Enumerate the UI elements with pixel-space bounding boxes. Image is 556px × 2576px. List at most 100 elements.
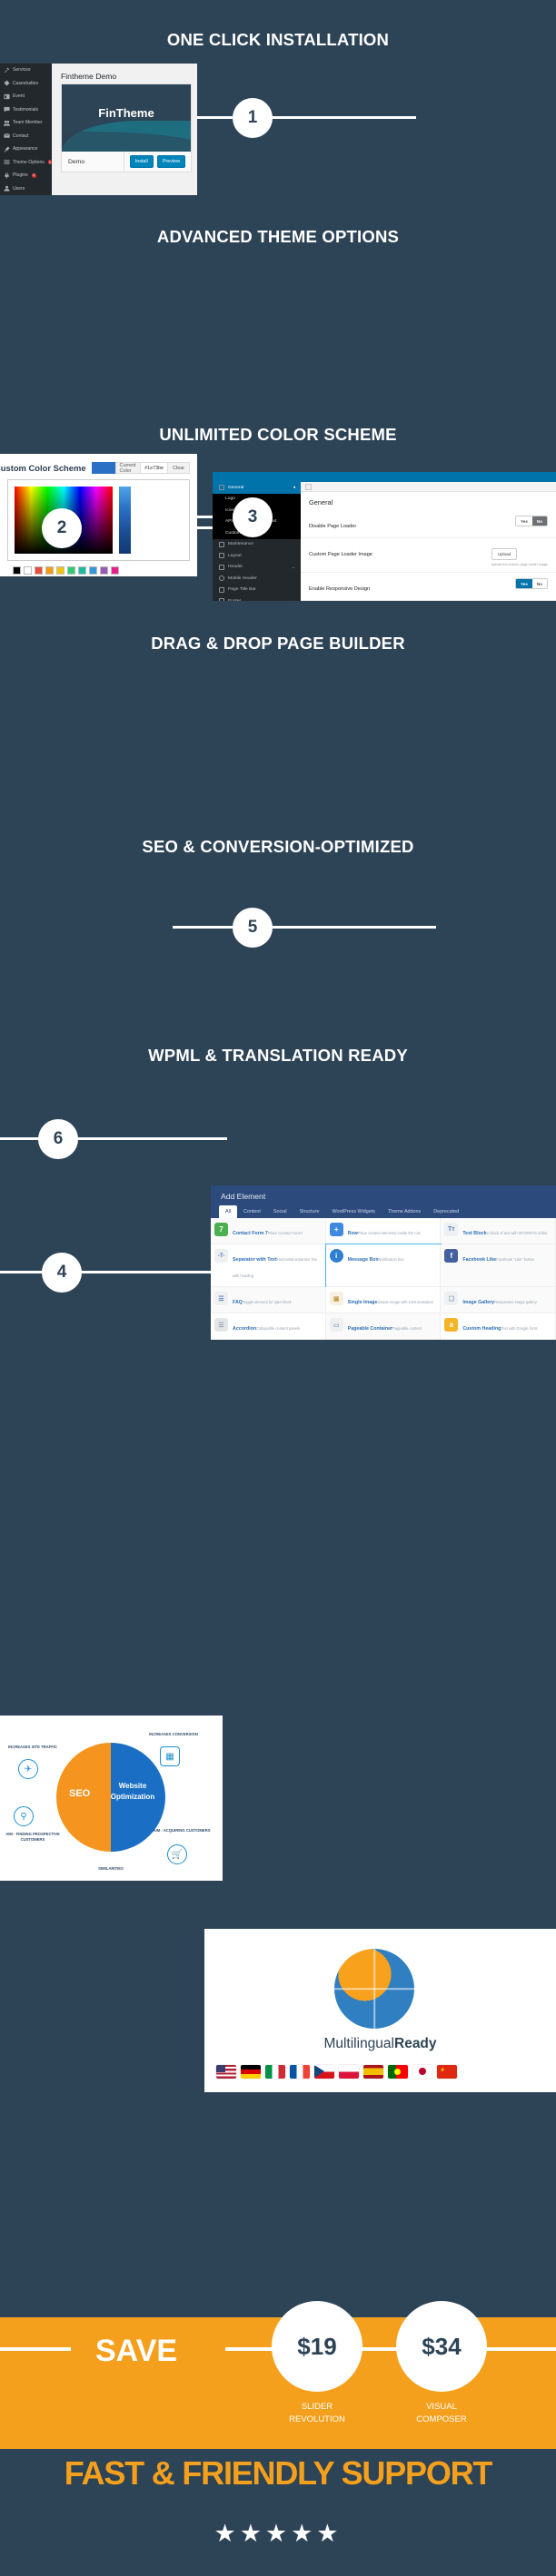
element-desc: Simple image with CSS animation [377,1300,434,1304]
color-picker-panel [7,479,190,561]
wp-admin-sidebar[interactable]: Services Casestudies Event Testimonials … [0,64,52,195]
yesno-toggle[interactable]: Yes No [514,516,548,527]
color-swatch-preview[interactable] [91,462,115,474]
swatch-white[interactable] [24,566,32,575]
upload-button[interactable]: Upload [491,548,518,560]
sidebar-item-team-member[interactable]: Team Member [0,116,52,130]
wpml-brand: MultilingualReady [204,2036,556,2052]
element-contact-form-7[interactable]: 7 Contact Form 7Place Contact Form7 [211,1218,326,1244]
element-name: Separator with Text [233,1257,277,1263]
star-rating: ★★★★★ [213,2520,343,2547]
to-item-page-title-bar[interactable]: Page Title Bar [213,585,301,596]
seo-center-right-label: Website Optimization [110,1782,155,1801]
yesno-toggle[interactable]: Yes No [514,578,548,590]
tab-deprecated[interactable]: Deprecated [427,1205,465,1218]
no-option[interactable]: No [531,579,547,589]
element-accordion[interactable]: ☰ AccordionCollapsible content panels [211,1313,326,1340]
element-pageable-container[interactable]: ▭ Pageable ContainerPageable content con… [325,1313,442,1340]
option-label: Enable Responsive Design [309,586,371,592]
to-item-footer[interactable]: Footer ⌄ [213,595,301,601]
seo-diagram-screenshot: SEO Website Optimization INCREASES SITE … [0,1716,223,1881]
element-row[interactable]: + RowPlace content elements inside the r… [325,1218,442,1244]
envelope-icon [4,133,10,139]
tab-all[interactable]: All [219,1205,237,1218]
sidebar-item-users[interactable]: Users [0,182,52,196]
to-item-mobile-header[interactable]: Mobile Header [213,573,301,585]
heading-icon: a [444,1318,459,1332]
section-title-4: DRAG & DROP PAGE BUILDER [151,634,405,653]
element-image-gallery[interactable]: ❑ Image GalleryResponsive image gallery [441,1287,556,1313]
element-desc: Facebook "Like" button [496,1257,535,1262]
sidebar-item-event[interactable]: Event [0,90,52,103]
sidebar-item-testimonials[interactable]: Testimonials [0,103,52,117]
element-faq[interactable]: ☰ FAQToggle element for Q&A block [211,1287,326,1313]
flag-portugal [388,2065,408,2079]
comment-icon [4,106,10,113]
sidebar-item-plugins[interactable]: Plugins 2 [0,169,52,182]
grid-icon[interactable] [305,483,312,490]
flag-row: ★ [216,2065,457,2079]
swatch-black[interactable] [13,566,21,575]
sidebar-label: Plugins [13,172,28,179]
yes-option[interactable]: Yes [515,516,532,526]
theme-options-topbar [213,472,556,482]
swatch-orange[interactable] [45,566,54,575]
swatch-purple[interactable] [100,566,108,575]
element-name: Custom Heading [462,1326,501,1332]
no-option[interactable]: No [531,516,547,526]
install-button[interactable]: Install [129,155,154,168]
element-desc: Collapsible content panels [256,1326,300,1331]
swatch-teal[interactable] [78,566,86,575]
flag-japan [412,2065,432,2079]
gauge-icon [219,485,224,491]
option-label: Custom Page Loader Image [309,552,372,557]
bar-chart-icon: ▦ [160,1746,180,1766]
element-desc: Text with Google fonts [501,1326,538,1331]
swatch-yellow[interactable] [56,566,65,575]
sidebar-item-contact[interactable]: Contact [0,130,52,143]
sidebar-item-casestudies[interactable]: Casestudies [0,77,52,91]
clear-button[interactable]: Clear [168,462,190,474]
sidebar-item-appearance[interactable]: Appearance [0,143,52,156]
hue-slider[interactable] [119,487,131,554]
element-message-box[interactable]: i Message BoxNotification box [324,1244,442,1288]
flag-germany [241,2065,261,2079]
contact-form-icon: 7 [214,1223,228,1236]
sidebar-item-theme-options[interactable]: Theme Options 1 [0,156,52,170]
swatch-blue[interactable] [89,566,97,575]
swatch-magenta[interactable] [111,566,119,575]
to-item-maintenance[interactable]: Maintenance [213,539,301,551]
tab-content[interactable]: Content [237,1205,267,1218]
tab-wordpress-widgets[interactable]: WordPress Widgets [325,1205,382,1218]
element-custom-heading[interactable]: a Custom HeadingText with Google fonts [441,1313,556,1340]
page-builder-tabs[interactable]: All Content Social Structure WordPress W… [211,1205,556,1218]
maintenance-icon [219,541,224,547]
sidebar-label: Team Member [13,120,43,126]
to-item-general[interactable]: General ◂ [213,482,301,494]
swatch-green[interactable] [67,566,75,575]
to-item-layout[interactable]: Layout [213,550,301,562]
yes-option[interactable]: Yes [515,579,532,589]
color-scheme-title: Custom Color Scheme [0,463,86,473]
to-item-header[interactable]: Header ⌄ [213,562,301,574]
layout-icon [219,553,224,559]
sidebar-label: Users [13,185,25,192]
tab-structure[interactable]: Structure [293,1205,326,1218]
image-icon: ▣ [329,1292,343,1305]
hex-input[interactable]: #1e73be [141,462,169,474]
element-single-image[interactable]: ▣ Single ImageSimple image with CSS anim… [325,1287,442,1313]
save-line-mid-2 [362,2347,400,2351]
connector-line-4 [0,1271,236,1273]
sidebar-item-services[interactable]: Services [0,64,52,77]
current-color-label: Current Color [114,462,142,474]
swatch-red[interactable] [35,566,43,575]
sidebar-label: Services [13,67,31,74]
element-text-block[interactable]: Tᴛ Text BlockA block of text with WYSIWY… [441,1218,556,1244]
runner-icon: ✈ [18,1759,38,1779]
element-separator-with-text[interactable]: -T- Separator with TextHorizontal separa… [211,1244,326,1287]
preview-button[interactable]: Preview [156,155,185,168]
element-name: Pageable Container [347,1326,393,1332]
tab-social[interactable]: Social [267,1205,293,1218]
tab-theme-addons[interactable]: Theme Addons [382,1205,427,1218]
element-facebook-like[interactable]: f Facebook LikeFacebook "Like" button [441,1244,556,1287]
